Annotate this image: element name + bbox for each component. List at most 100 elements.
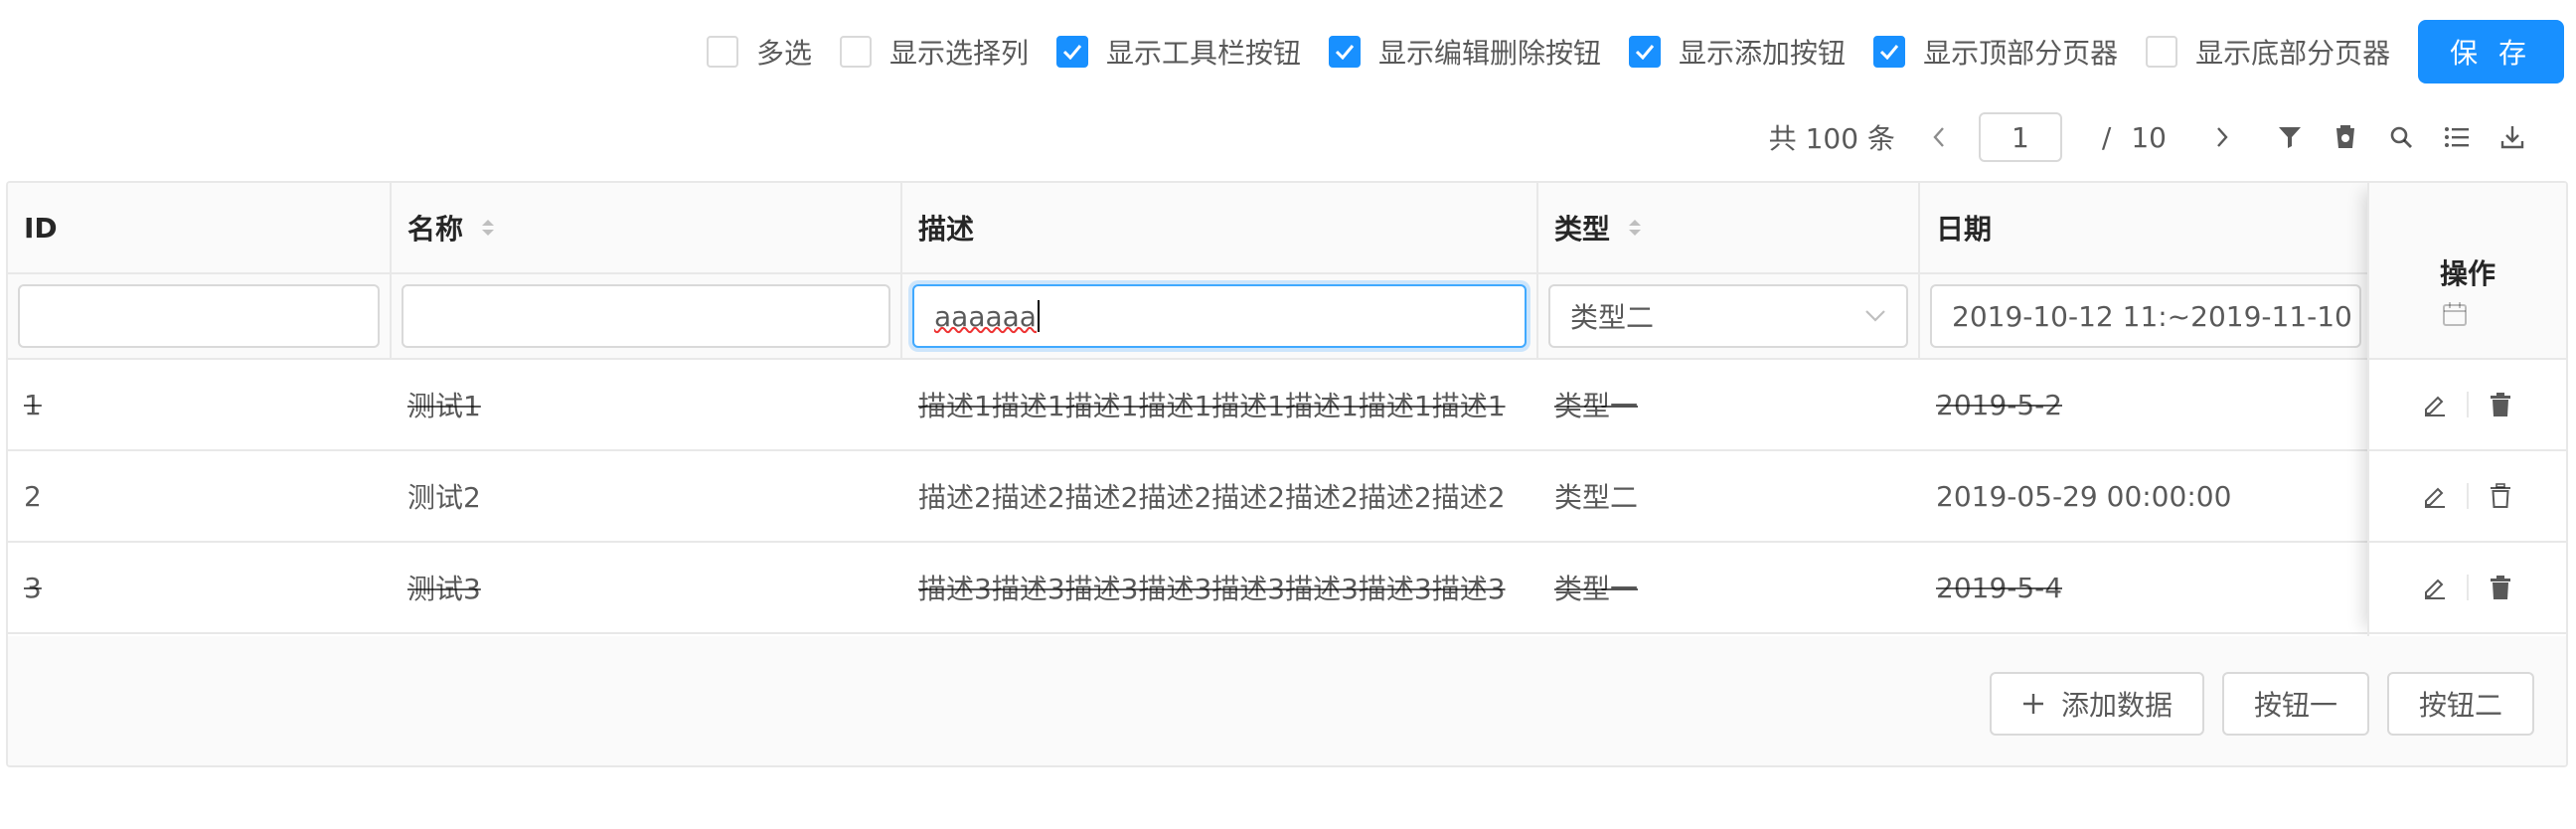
checkbox[interactable]	[840, 36, 872, 68]
filter-cell-date: 2019-10-12 11:~2019-11-10	[1920, 274, 2371, 358]
action-column: 操作	[2367, 183, 2566, 636]
action-column-title: 操作	[2439, 257, 2496, 290]
add-data-button[interactable]: 添加数据	[1989, 672, 2204, 736]
cell-type: 类型一	[1538, 543, 1920, 632]
checkbox[interactable]	[1056, 36, 1089, 68]
checkbox[interactable]	[1329, 36, 1362, 68]
option-show-add-button[interactable]: 显示添加按钮	[1629, 20, 1846, 83]
column-header-id: ID	[8, 183, 392, 272]
action-column-header: 操作	[2369, 183, 2566, 360]
divider	[2467, 575, 2469, 600]
option-label: 显示编辑删除按钮	[1378, 37, 1602, 70]
button-one[interactable]: 按钮一	[2221, 672, 2369, 736]
option-multi-select[interactable]: 多选	[706, 20, 812, 83]
filter-row: aaaaaa 类型二 2019-10-12 11:~2019-11-10	[8, 274, 2566, 360]
button-two[interactable]: 按钮二	[2386, 672, 2534, 736]
checkbox[interactable]	[1629, 36, 1662, 68]
column-title: 描述	[918, 213, 975, 246]
clear-filter-icon[interactable]	[2318, 111, 2373, 163]
prev-page-icon[interactable]	[1919, 111, 1959, 163]
table-header: ID 名称 描述 类型 日期	[8, 183, 2566, 274]
chevron-down-icon	[1865, 310, 1885, 322]
cell-text: 类型一	[1554, 390, 1639, 422]
cell-text: 2019-05-29 00:00:00	[1936, 479, 2232, 513]
cell-name: 测试1	[392, 360, 902, 449]
column-header-desc: 描述	[902, 183, 1538, 272]
cell-text: 类型一	[1554, 573, 1639, 605]
footer-buttons: 添加数据 按钮一 按钮二	[1989, 672, 2534, 736]
cell-desc: 描述1描述1描述1描述1描述1描述1描述1描述1	[902, 360, 1538, 449]
column-title: 类型	[1554, 213, 1611, 246]
cell-text: 2	[24, 479, 42, 513]
edit-icon[interactable]	[2415, 476, 2455, 516]
filter-cell-id	[8, 274, 392, 358]
name-filter-input[interactable]	[402, 284, 890, 348]
filter-icon[interactable]	[2262, 111, 2318, 163]
option-label: 显示选择列	[889, 37, 1030, 70]
option-show-edit-delete-buttons[interactable]: 显示编辑删除按钮	[1329, 20, 1601, 83]
checkbox[interactable]	[706, 36, 738, 68]
cell-text: 描述2描述2描述2描述2描述2描述2描述2描述2	[918, 481, 1506, 514]
total-count: 共 100 条	[1768, 122, 1895, 155]
sort-icon[interactable]	[481, 219, 495, 237]
cell-text: 测试1	[407, 390, 481, 422]
option-show-selection-column[interactable]: 显示选择列	[840, 20, 1029, 83]
id-filter-input[interactable]	[18, 284, 380, 348]
desc-filter-input[interactable]: aaaaaa	[912, 284, 1527, 348]
cell-name: 测试3	[392, 543, 902, 632]
divider	[2467, 483, 2469, 509]
page-separator: /	[2101, 120, 2112, 154]
divider	[2467, 392, 2469, 417]
column-title: 日期	[1936, 213, 1993, 246]
table-row: 2 测试2 描述2描述2描述2描述2描述2描述2描述2描述2 类型二 2019-…	[8, 451, 2566, 543]
cell-text: 测试3	[407, 573, 481, 605]
cell-date: 2019-05-29 00:00:00	[1920, 451, 2371, 541]
save-button[interactable]: 保 存	[2418, 20, 2564, 83]
edit-icon[interactable]	[2415, 568, 2455, 607]
page-number-input[interactable]	[1978, 112, 2062, 162]
calendar-icon[interactable]	[2441, 300, 2469, 335]
desc-filter-value: aaaaaa	[934, 299, 1037, 333]
column-title: 名称	[407, 213, 464, 246]
plus-icon	[2022, 694, 2043, 714]
table-row: 1 测试1 描述1描述1描述1描述1描述1描述1描述1描述1 类型一 2019-…	[8, 360, 2566, 451]
row-actions	[2369, 451, 2566, 543]
delete-icon[interactable]	[2481, 568, 2520, 607]
cell-name: 测试2	[392, 451, 902, 541]
column-header-type[interactable]: 类型	[1538, 183, 1920, 272]
delete-outline-icon[interactable]	[2481, 476, 2520, 516]
type-filter-value: 类型二	[1570, 301, 1655, 334]
option-label: 显示添加按钮	[1679, 37, 1847, 70]
option-label: 显示底部分页器	[2195, 37, 2391, 70]
checkbox[interactable]	[2146, 36, 2178, 68]
option-show-toolbar-buttons[interactable]: 显示工具栏按钮	[1056, 20, 1301, 83]
search-icon[interactable]	[2373, 111, 2429, 163]
cell-text: 2019-5-4	[1936, 571, 2063, 604]
option-show-top-pager[interactable]: 显示顶部分页器	[1873, 20, 2118, 83]
add-data-label: 添加数据	[2060, 689, 2173, 722]
date-range-filter-input[interactable]: 2019-10-12 11:~2019-11-10	[1930, 284, 2361, 348]
cell-date: 2019-5-4	[1920, 543, 2371, 632]
table-row: 3 测试3 描述3描述3描述3描述3描述3描述3描述3描述3 类型一 2019-…	[8, 543, 2566, 634]
cell-text: 3	[24, 571, 42, 604]
edit-icon[interactable]	[2415, 385, 2455, 424]
cell-type: 类型一	[1538, 360, 1920, 449]
cell-desc: 描述2描述2描述2描述2描述2描述2描述2描述2	[902, 451, 1538, 541]
type-filter-select[interactable]: 类型二	[1548, 284, 1908, 348]
checkbox[interactable]	[1873, 36, 1906, 68]
cell-text: 测试2	[407, 481, 481, 514]
cell-id: 3	[8, 543, 392, 632]
next-page-icon[interactable]	[2202, 111, 2242, 163]
cell-date: 2019-5-2	[1920, 360, 2371, 449]
option-show-bottom-pager[interactable]: 显示底部分页器	[2146, 20, 2390, 83]
filter-cell-type: 类型二	[1538, 274, 1920, 358]
cell-text: 1	[24, 388, 42, 421]
sort-icon[interactable]	[1628, 219, 1642, 237]
column-header-date: 日期	[1920, 183, 2371, 272]
options-bar: 多选 显示选择列 显示工具栏按钮 显示编辑删除按钮 显示添加按钮 显示顶部分页器…	[706, 20, 2564, 83]
delete-icon[interactable]	[2481, 385, 2520, 424]
cell-text: 描述3描述3描述3描述3描述3描述3描述3描述3	[918, 573, 1506, 605]
download-icon[interactable]	[2485, 111, 2540, 163]
column-header-name[interactable]: 名称	[392, 183, 902, 272]
column-list-icon[interactable]	[2429, 111, 2485, 163]
